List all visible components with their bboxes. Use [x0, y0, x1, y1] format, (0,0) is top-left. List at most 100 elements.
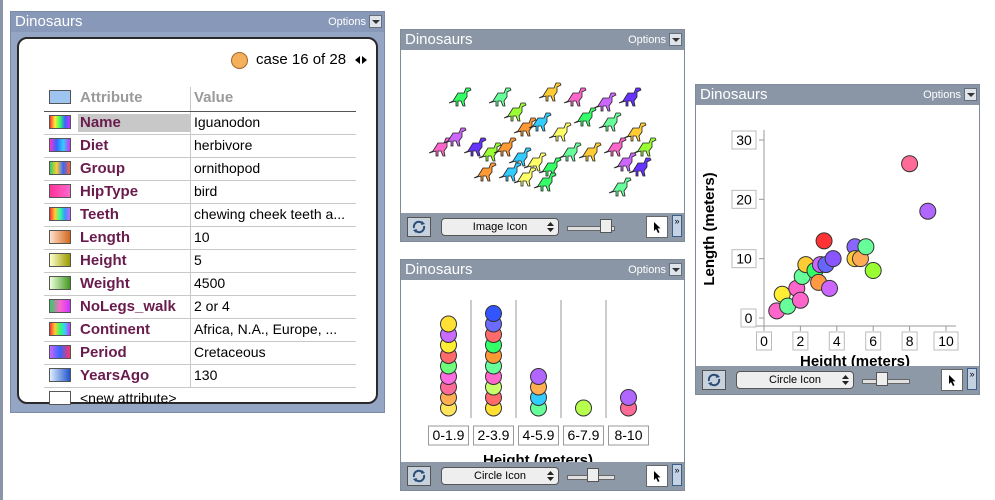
dinosaur-image-icon[interactable]: [578, 142, 602, 162]
scatter-point[interactable]: [919, 202, 937, 220]
scatter-point[interactable]: [901, 155, 919, 173]
new-attribute-label[interactable]: <new attribute>: [78, 390, 190, 408]
case-dot[interactable]: [485, 305, 502, 322]
refresh-icon[interactable]: [407, 217, 431, 237]
dinosaur-image-icon[interactable]: [573, 107, 597, 127]
scatter-point[interactable]: [824, 250, 842, 268]
dinosaur-image-icon[interactable]: [613, 152, 637, 172]
dinosaur-image-icon[interactable]: [498, 162, 522, 182]
plot-toolbar: Circle Icon »: [696, 366, 979, 394]
icon-type-select[interactable]: Circle Icon: [736, 371, 854, 389]
previous-case-icon[interactable]: [355, 56, 360, 64]
next-case-icon[interactable]: [362, 56, 367, 64]
attribute-name[interactable]: Diet: [78, 137, 190, 155]
attribute-name[interactable]: Teeth: [78, 206, 190, 224]
window-edge: [0, 0, 3, 500]
collapse-toolbar-icon[interactable]: »: [672, 464, 682, 486]
attribute-name[interactable]: Height: [78, 252, 190, 270]
case-dot[interactable]: [620, 389, 637, 406]
height-dot-chart[interactable]: 0-1.9 2-3.9 4-5.9 6-7.9 8-10Height (meters): [401, 280, 684, 464]
attribute-name[interactable]: NoLegs_walk: [78, 298, 190, 316]
dinosaur-image-icon[interactable]: [563, 87, 587, 107]
attribute-name[interactable]: Group: [78, 160, 190, 178]
dinosaur-image-icon[interactable]: [593, 92, 617, 112]
collapse-toolbar-icon[interactable]: »: [672, 215, 682, 237]
dinosaur-image-icon[interactable]: [603, 137, 627, 157]
dinosaur-image-icon[interactable]: [618, 87, 642, 107]
options-menu-label[interactable]: Options: [923, 89, 961, 101]
attribute-row[interactable]: HipType bird: [44, 181, 356, 204]
collapse-toolbar-icon[interactable]: »: [967, 368, 977, 390]
scatter-plot-titlebar[interactable]: Dinosaurs Options: [696, 85, 979, 105]
pointer-tool-icon[interactable]: [646, 465, 668, 487]
dinosaur-image-icon[interactable]: [623, 122, 647, 142]
case-dot[interactable]: [575, 399, 592, 417]
attribute-row[interactable]: Group ornithopod: [44, 158, 356, 181]
attribute-value: Africa, N.A., Europe, ...: [194, 321, 338, 337]
refresh-icon[interactable]: [407, 466, 431, 486]
attribute-name[interactable]: Name: [78, 114, 190, 132]
attribute-row[interactable]: Teeth chewing cheek teeth a...: [44, 204, 356, 227]
attribute-color-swatch-icon: [49, 276, 71, 290]
dinosaur-image-icon[interactable]: [548, 122, 572, 142]
dinosaur-image-icon[interactable]: [448, 87, 472, 107]
dot-chart-titlebar[interactable]: Dinosaurs Options: [401, 260, 684, 280]
attribute-table-header: Attribute Value: [44, 87, 356, 112]
dinosaur-image-plot[interactable]: [401, 50, 684, 215]
attribute-row[interactable]: Length 10: [44, 227, 356, 250]
scatter-point[interactable]: [815, 232, 833, 250]
dinosaur-image-icon[interactable]: [473, 162, 497, 182]
dinosaur-image-icon[interactable]: [503, 102, 527, 122]
image-plot-titlebar[interactable]: Dinosaurs Options: [401, 30, 684, 50]
dinosaur-image-icon[interactable]: [488, 87, 512, 107]
attribute-name[interactable]: Length: [78, 229, 190, 247]
attribute-row[interactable]: Diet herbivore: [44, 135, 356, 158]
attribute-name[interactable]: YearsAgo: [78, 367, 190, 385]
refresh-icon[interactable]: [702, 370, 726, 390]
attribute-row[interactable]: Height 5: [44, 250, 356, 273]
options-dropdown-icon[interactable]: [669, 33, 682, 46]
attribute-row[interactable]: YearsAgo 130: [44, 365, 356, 388]
attribute-row[interactable]: Weight 4500: [44, 273, 356, 296]
scatter-point[interactable]: [857, 238, 875, 256]
dinosaur-image-icon[interactable]: [608, 177, 632, 197]
dinosaur-image-icon[interactable]: [428, 137, 452, 157]
scatter-point[interactable]: [864, 262, 882, 280]
size-slider-thumb[interactable]: [600, 219, 612, 233]
size-slider-thumb[interactable]: [587, 468, 599, 482]
attribute-row[interactable]: Continent Africa, N.A., Europe, ...: [44, 319, 356, 342]
new-attribute-row[interactable]: <new attribute>: [44, 388, 356, 410]
dinosaur-image-icon[interactable]: [598, 112, 622, 132]
scatter-point[interactable]: [821, 279, 839, 297]
dinosaur-image-icon[interactable]: [538, 82, 562, 102]
icon-type-select[interactable]: Image Icon: [441, 218, 559, 236]
attribute-row[interactable]: Name Iguanodon: [44, 112, 356, 135]
pointer-tool-icon[interactable]: [646, 216, 668, 238]
options-dropdown-icon[interactable]: [369, 15, 382, 28]
attribute-name[interactable]: Continent: [78, 321, 190, 339]
dinosaur-image-icon[interactable]: [633, 137, 657, 157]
attribute-row[interactable]: NoLegs_walk 2 or 4: [44, 296, 356, 319]
options-menu-label[interactable]: Options: [628, 264, 666, 276]
size-slider-thumb[interactable]: [876, 372, 888, 386]
dinosaur-image-icon[interactable]: [533, 172, 557, 192]
pointer-tool-icon[interactable]: [941, 369, 963, 391]
case-navigator: case 16 of 28: [231, 51, 381, 71]
options-menu-label[interactable]: Options: [328, 16, 366, 28]
case-dot[interactable]: [440, 315, 457, 333]
attribute-color-swatch-icon: [49, 207, 71, 221]
options-menu-label[interactable]: Options: [628, 34, 666, 46]
attribute-row[interactable]: Period Cretaceous: [44, 342, 356, 365]
attribute-name[interactable]: HipType: [78, 183, 190, 201]
case-dot[interactable]: [530, 368, 547, 385]
height-length-scatter-plot[interactable]: 0 2 4 6 8 100102030Height (meters)Length (met…: [696, 105, 979, 368]
options-dropdown-icon[interactable]: [669, 263, 682, 276]
attribute-name[interactable]: Weight: [78, 275, 190, 293]
attribute-name[interactable]: Period: [78, 344, 190, 362]
dinosaur-image-icon[interactable]: [558, 142, 582, 162]
dinosaur-image-icon[interactable]: [463, 137, 487, 157]
scatter-point[interactable]: [791, 291, 809, 309]
case-card-titlebar[interactable]: Dinosaurs Options: [11, 12, 384, 32]
options-dropdown-icon[interactable]: [964, 88, 977, 101]
icon-type-select[interactable]: Circle Icon: [441, 467, 559, 485]
